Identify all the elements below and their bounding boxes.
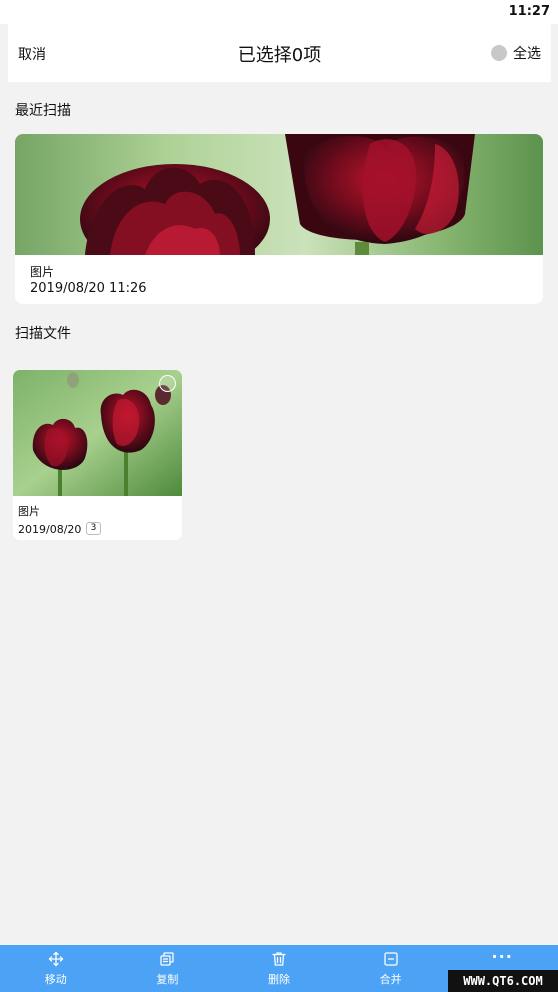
copy-button[interactable]: 复制 (112, 945, 224, 992)
file-select-checkbox[interactable] (159, 375, 176, 392)
more-icon: ··· (491, 947, 513, 966)
scan-file-date: 2019/08/20 (18, 523, 82, 536)
scan-file-card[interactable]: 图片 2019/08/20 3 (13, 370, 182, 540)
merge-button[interactable]: 合并 (335, 945, 447, 992)
merge-icon (383, 952, 398, 966)
move-button[interactable]: 移动 (0, 945, 112, 992)
site-watermark: WWW.QT6.COM (448, 970, 558, 992)
status-bar: 11:27 (0, 0, 558, 24)
scan-file-page-count-badge: 3 (86, 522, 101, 535)
top-bar: 取消 已选择0项 全选 (8, 24, 551, 82)
delete-button[interactable]: 删除 (223, 945, 335, 992)
recent-scan-card[interactable]: 图片 2019/08/20 11:26 (15, 134, 543, 304)
merge-label: 合并 (379, 973, 402, 986)
files-section-label: 扫描文件 (15, 326, 71, 342)
copy-label: 复制 (156, 973, 179, 986)
recent-scan-thumbnail (15, 134, 543, 255)
status-time: 11:27 (508, 4, 550, 19)
page-title: 已选择0项 (237, 45, 322, 66)
select-all-label: 全选 (513, 46, 541, 62)
move-icon (48, 951, 63, 967)
select-all-radio-icon[interactable] (491, 45, 507, 61)
copy-icon (160, 952, 175, 966)
recent-scan-name: 图片 (30, 265, 55, 279)
delete-label: 删除 (267, 973, 290, 986)
recent-section-label: 最近扫描 (15, 103, 71, 119)
select-all-button[interactable]: 全选 (491, 43, 541, 63)
recent-scan-date: 2019/08/20 11:26 (30, 281, 147, 296)
trash-icon (272, 952, 286, 966)
scan-file-thumbnail (13, 370, 182, 496)
move-label: 移动 (44, 973, 67, 986)
scan-file-name: 图片 (18, 505, 40, 518)
